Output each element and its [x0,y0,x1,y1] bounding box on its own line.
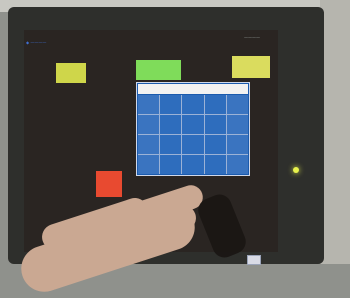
keypad-key[interactable] [160,135,182,154]
keypad-key[interactable] [204,135,226,154]
keypad-key[interactable] [182,115,204,134]
keypad-key[interactable] [226,115,248,134]
keypad-key[interactable] [182,135,204,154]
topbar-brand: ———— [244,35,260,40]
indicator-led-icon [293,167,299,173]
keypad-key[interactable] [138,95,160,114]
keypad-key[interactable] [160,155,182,174]
keypad-key[interactable] [204,115,226,134]
topbar-title: ◆ ———— [26,40,47,45]
alarm-red-button[interactable] [96,171,122,197]
keypad-key[interactable] [182,95,204,114]
keypad-key[interactable] [160,95,182,114]
keypad-key[interactable] [204,95,226,114]
keypad-key[interactable] [160,115,182,134]
right-yellow-button[interactable] [232,56,270,78]
numeric-keypad [136,82,250,176]
left-yellow-button[interactable] [56,63,86,83]
keypad-key[interactable] [226,155,248,174]
center-green-button[interactable] [136,60,181,80]
keypad-key[interactable] [226,95,248,114]
background-wall-right [320,0,350,264]
keypad-grid [138,95,248,174]
keypad-key[interactable] [138,135,160,154]
keypad-display [138,84,248,94]
keypad-key[interactable] [204,155,226,174]
keypad-key[interactable] [182,155,204,174]
keypad-key[interactable] [138,155,160,174]
keypad-key[interactable] [138,115,160,134]
keypad-key[interactable] [226,135,248,154]
